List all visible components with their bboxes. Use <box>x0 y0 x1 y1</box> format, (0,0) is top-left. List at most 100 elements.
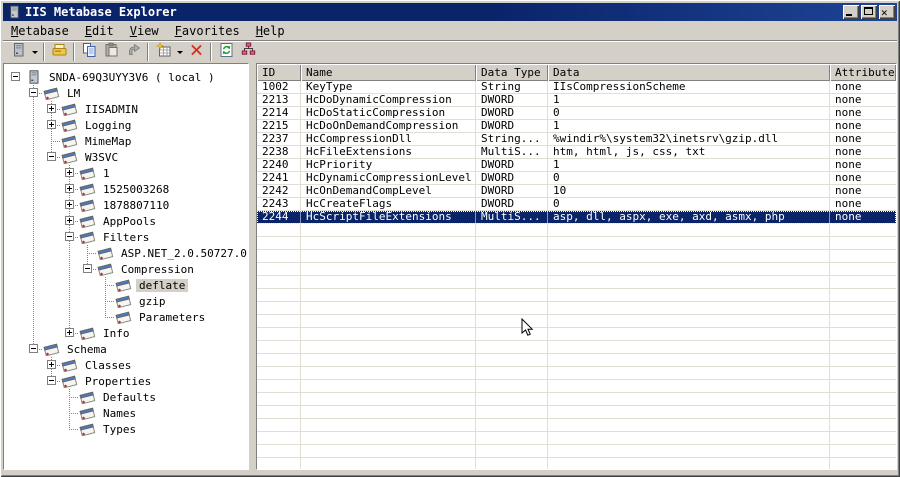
tree-node-lm[interactable]: LM <box>4 85 248 101</box>
menu-item-metabase[interactable]: Metabase <box>3 22 77 40</box>
record-row-2242[interactable]: 2242 HcOnDemandCompLevel DWORD 10 none <box>257 185 896 198</box>
empty-row[interactable] <box>257 367 896 380</box>
collapse-icon[interactable] <box>29 344 38 353</box>
empty-row[interactable] <box>257 458 896 469</box>
new-record-dropdown[interactable] <box>174 42 185 62</box>
record-row-2215[interactable]: 2215 HcDoOnDemandCompression DWORD 1 none <box>257 120 896 133</box>
empty-row[interactable] <box>257 341 896 354</box>
empty-row[interactable] <box>257 224 896 237</box>
empty-row[interactable] <box>257 263 896 276</box>
empty-row[interactable] <box>257 354 896 367</box>
copy-button[interactable] <box>78 42 100 62</box>
tree-node-1[interactable]: 1 <box>4 165 248 181</box>
empty-row[interactable] <box>257 328 896 341</box>
empty-row[interactable] <box>257 315 896 328</box>
tree-node-classes[interactable]: Classes <box>4 357 248 373</box>
menu-item-favorites[interactable]: Favorites <box>167 22 248 40</box>
tree-node-snda-69q3uyy3v6-local-[interactable]: SNDA-69Q3UYY3V6 ( local ) <box>4 69 248 85</box>
empty-row[interactable] <box>257 276 896 289</box>
record-row-2243[interactable]: 2243 HcCreateFlags DWORD 0 none <box>257 198 896 211</box>
empty-row[interactable] <box>257 406 896 419</box>
collapse-icon[interactable] <box>29 88 38 97</box>
delete-record-button[interactable] <box>185 42 207 62</box>
menu-item-help[interactable]: Help <box>248 22 293 40</box>
expand-icon[interactable] <box>65 168 74 177</box>
column-header-id[interactable]: ID <box>257 64 301 81</box>
menu-item-edit[interactable]: Edit <box>77 22 122 40</box>
empty-row[interactable] <box>257 380 896 393</box>
tree-node-names[interactable]: Names <box>4 405 248 421</box>
tree-node-schema[interactable]: Schema <box>4 341 248 357</box>
view-tree-button[interactable] <box>237 42 259 62</box>
tree-node-defaults[interactable]: Defaults <box>4 389 248 405</box>
tree-node-info[interactable]: Info <box>4 325 248 341</box>
record-row-2240[interactable]: 2240 HcPriority DWORD 1 none <box>257 159 896 172</box>
tree-node-filters[interactable]: Filters <box>4 229 248 245</box>
new-record-button[interactable] <box>152 41 174 62</box>
column-header-data[interactable]: Data <box>548 64 830 81</box>
empty-row[interactable] <box>257 250 896 263</box>
tree-node-mimemap[interactable]: MimeMap <box>4 133 248 149</box>
record-row-2241[interactable]: 2241 HcDynamicCompressionLevel DWORD 0 none <box>257 172 896 185</box>
metabase-tree: SNDA-69Q3UYY3V6 ( local ) LM IISADMIN Loggi… <box>3 63 249 470</box>
expand-icon[interactable] <box>47 104 56 113</box>
menu-item-view[interactable]: View <box>122 22 167 40</box>
column-header-attributes[interactable]: Attributes <box>830 64 896 81</box>
tree-node-parameters[interactable]: Parameters <box>4 309 248 325</box>
record-row-2238[interactable]: 2238 HcFileExtensions MultiS... htm, html, … <box>257 146 896 159</box>
empty-row[interactable] <box>257 302 896 315</box>
collapse-icon[interactable] <box>47 152 56 161</box>
column-header-data-type[interactable]: Data Type <box>476 64 548 81</box>
tree-node-properties[interactable]: Properties <box>4 373 248 389</box>
collapse-icon[interactable] <box>65 232 74 241</box>
collapse-icon[interactable] <box>47 376 56 385</box>
empty-row[interactable] <box>257 237 896 250</box>
column-header-name[interactable]: Name <box>301 64 476 81</box>
expand-icon[interactable] <box>65 184 74 193</box>
undo-button[interactable] <box>122 42 144 62</box>
app-icon <box>10 5 19 19</box>
cell-attributes <box>830 432 896 444</box>
tree-node-apppools[interactable]: AppPools <box>4 213 248 229</box>
list-body: 1002 KeyType String IIsCompressionScheme non… <box>257 81 896 469</box>
expand-icon[interactable] <box>65 216 74 225</box>
tree-node-w3svc[interactable]: W3SVC <box>4 149 248 165</box>
expand-icon[interactable] <box>47 120 56 129</box>
collapse-icon[interactable] <box>11 72 20 81</box>
tree-node-types[interactable]: Types <box>4 421 248 437</box>
maximize-button[interactable] <box>861 5 877 19</box>
refresh-button[interactable] <box>215 42 237 62</box>
expand-icon[interactable] <box>65 328 74 337</box>
cell-data <box>548 445 830 457</box>
record-row-2214[interactable]: 2214 HcDoStaticCompression DWORD 0 none <box>257 107 896 120</box>
paste-button[interactable] <box>100 42 122 62</box>
record-row-1002[interactable]: 1002 KeyType String IIsCompressionScheme non… <box>257 81 896 94</box>
empty-row[interactable] <box>257 419 896 432</box>
tree-node-deflate[interactable]: deflate <box>4 277 248 293</box>
empty-row[interactable] <box>257 393 896 406</box>
tree-node-1878807110[interactable]: 1878807110 <box>4 197 248 213</box>
collapse-icon[interactable] <box>83 264 92 273</box>
tree-node-gzip[interactable]: gzip <box>4 293 248 309</box>
tree-node-1525003268[interactable]: 1525003268 <box>4 181 248 197</box>
tree-node-compression[interactable]: Compression <box>4 261 248 277</box>
tree-node-logging[interactable]: Logging <box>4 117 248 133</box>
tree-indent-guide <box>25 181 43 197</box>
record-row-2213[interactable]: 2213 HcDoDynamicCompression DWORD 1 none <box>257 94 896 107</box>
close-button[interactable]: ✕ <box>879 5 895 19</box>
empty-row[interactable] <box>257 445 896 458</box>
expand-icon[interactable] <box>47 360 56 369</box>
record-row-2237[interactable]: 2237 HcCompressionDll String... %windir%\sy… <box>257 133 896 146</box>
minimize-button[interactable] <box>843 5 859 19</box>
connect-server-dropdown[interactable] <box>29 42 40 62</box>
tree-indent-guide <box>7 373 25 389</box>
splitter[interactable] <box>249 63 256 470</box>
expand-icon[interactable] <box>65 200 74 209</box>
tree-node-asp-net-2-0-50727-0[interactable]: ASP.NET_2.0.50727.0 <box>4 245 248 261</box>
empty-row[interactable] <box>257 432 896 445</box>
record-row-2244[interactable]: 2244 HcScriptFileExtensions MultiS... asp, … <box>257 211 896 224</box>
empty-row[interactable] <box>257 289 896 302</box>
save-button[interactable] <box>48 42 70 62</box>
connect-server-button[interactable] <box>7 42 29 62</box>
tree-node-iisadmin[interactable]: IISADMIN <box>4 101 248 117</box>
